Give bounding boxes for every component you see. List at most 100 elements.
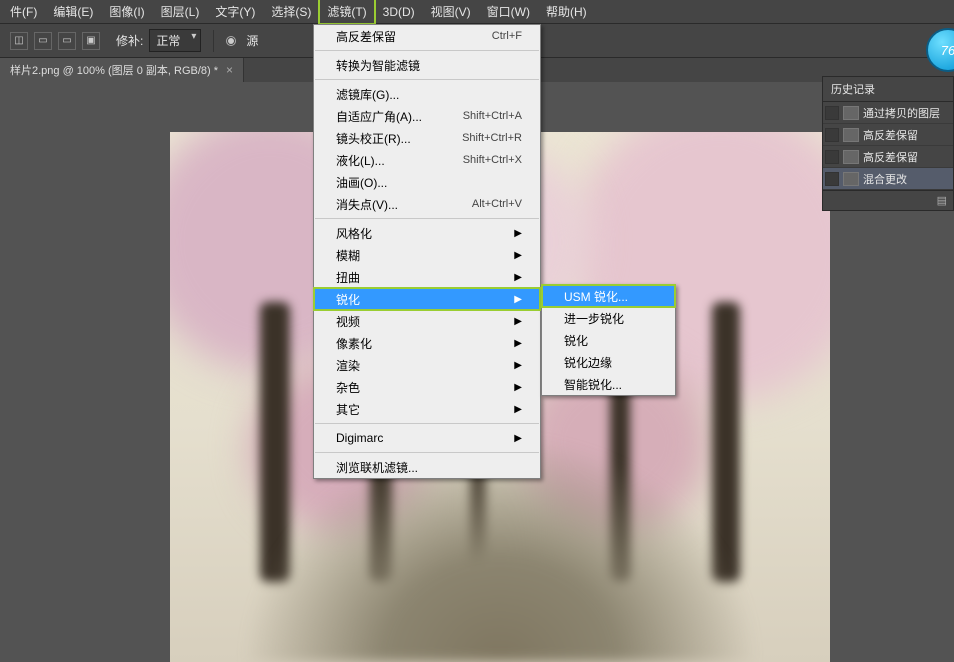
filter-menu-item[interactable]: 风格化▶	[314, 222, 540, 244]
sharpen-menu-item[interactable]: 智能锐化...	[542, 373, 675, 395]
sharpen-menu-item[interactable]: 锐化	[542, 329, 675, 351]
sharpen-menu-item[interactable]: USM 锐化...	[542, 285, 675, 307]
menu-item-label: USM 锐化...	[564, 288, 628, 305]
panel-menu-icon[interactable]: ▤	[937, 194, 947, 207]
filter-menu-item[interactable]: 模糊 ▶	[314, 244, 540, 266]
menu-separator	[315, 50, 539, 51]
menu-edit[interactable]: 编辑(E)	[45, 0, 101, 24]
source-radio[interactable]	[226, 36, 236, 46]
menu-image[interactable]: 图像(I)	[101, 0, 152, 24]
menu-item-label: 锐化边缘	[564, 354, 612, 371]
submenu-arrow-icon: ▶	[514, 272, 522, 283]
menu-item-label: 浏览联机滤镜...	[336, 459, 418, 476]
menu-item-label: 杂色	[336, 379, 360, 396]
history-row-label: 高反差保留	[863, 127, 918, 143]
history-panel-tab[interactable]: 历史记录	[823, 77, 953, 102]
menu-item-label: 其它	[336, 401, 360, 418]
submenu-arrow-icon: ▶	[514, 338, 522, 349]
menu-item-label: 扭曲	[336, 269, 360, 286]
opt-icon-3[interactable]: ▭	[58, 32, 76, 50]
document-tab[interactable]: 样片2.png @ 100% (图层 0 副本, RGB/8) * ×	[0, 58, 244, 82]
menu-item-label: 液化(L)...	[336, 152, 385, 169]
filter-menu-item[interactable]: 像素化 ▶	[314, 332, 540, 354]
submenu-arrow-icon: ▶	[514, 250, 522, 261]
history-snapshot-checkbox[interactable]	[825, 172, 839, 186]
sharpen-submenu: USM 锐化... 进一步锐化锐化锐化边缘智能锐化...	[541, 284, 676, 396]
filter-menu-item[interactable]: 滤镜库(G)...	[314, 83, 540, 105]
filter-menu-item[interactable]: 渲染 ▶	[314, 354, 540, 376]
history-snapshot-checkbox[interactable]	[825, 128, 839, 142]
filter-menu-item[interactable]: 消失点(V)...Alt+Ctrl+V	[314, 193, 540, 215]
menu-item-label: 模糊	[336, 247, 360, 264]
submenu-arrow-icon: ▶	[514, 433, 522, 444]
filter-dropdown-menu: 高反差保留Ctrl+F转换为智能滤镜滤镜库(G)...自适应广角(A)...Sh…	[313, 24, 541, 479]
menu-item-label: 锐化	[564, 332, 588, 349]
history-row[interactable]: 混合更改	[823, 168, 953, 190]
menu-item-shortcut: Alt+Ctrl+V	[472, 198, 522, 210]
filter-menu-item[interactable]: 浏览联机滤镜...	[314, 456, 540, 478]
source-radio-label: 源	[246, 32, 258, 49]
menu-file[interactable]: 件(F)	[2, 0, 45, 24]
patch-tool-icon[interactable]: ◫	[10, 32, 28, 50]
filter-menu-item[interactable]: 扭曲 ▶	[314, 266, 540, 288]
menu-item-shortcut: Shift+Ctrl+X	[463, 154, 522, 166]
filter-menu-item[interactable]: 自适应广角(A)...Shift+Ctrl+A	[314, 105, 540, 127]
menu-3d[interactable]: 3D(D)	[375, 1, 423, 23]
sharpen-menu-item[interactable]: 锐化边缘	[542, 351, 675, 373]
menu-item-shortcut: Shift+Ctrl+R	[462, 132, 522, 144]
filter-menu-item[interactable]: 转换为智能滤镜	[314, 54, 540, 76]
menu-window[interactable]: 窗口(W)	[479, 0, 538, 24]
history-row-label: 高反差保留	[863, 149, 918, 165]
filter-menu-item[interactable]: 液化(L)... Shift+Ctrl+X	[314, 149, 540, 171]
menu-separator	[315, 423, 539, 424]
menu-item-label: 渲染	[336, 357, 360, 374]
filter-menu-item[interactable]: 油画(O)...	[314, 171, 540, 193]
menu-separator	[315, 452, 539, 453]
patch-mode-select[interactable]: 正常	[149, 29, 201, 52]
filter-menu-item[interactable]: 镜头校正(R)... Shift+Ctrl+R	[314, 127, 540, 149]
submenu-arrow-icon: ▶	[514, 382, 522, 393]
menu-layer[interactable]: 图层(L)	[153, 0, 208, 24]
document-tab-title: 样片2.png @ 100% (图层 0 副本, RGB/8) *	[10, 62, 218, 78]
menu-filter[interactable]: 滤镜(T)	[319, 0, 374, 24]
separator	[213, 30, 214, 52]
history-row[interactable]: 高反差保留	[823, 124, 953, 146]
menu-item-label: 自适应广角(A)...	[336, 108, 422, 125]
menu-type[interactable]: 文字(Y)	[207, 0, 263, 24]
menu-bar: 件(F) 编辑(E) 图像(I) 图层(L) 文字(Y) 选择(S) 滤镜(T)…	[0, 0, 954, 24]
filter-menu-item[interactable]: 高反差保留Ctrl+F	[314, 25, 540, 47]
menu-item-label: 进一步锐化	[564, 310, 624, 327]
menu-item-label: 像素化	[336, 335, 372, 352]
menu-item-label: 视频	[336, 313, 360, 330]
filter-menu-item[interactable]: Digimarc ▶	[314, 427, 540, 449]
menu-item-label: Digimarc	[336, 431, 383, 445]
filter-menu-item[interactable]: 杂色 ▶	[314, 376, 540, 398]
menu-item-label: 油画(O)...	[336, 174, 387, 191]
history-snapshot-checkbox[interactable]	[825, 150, 839, 164]
opt-icon-4[interactable]: ▣	[82, 32, 100, 50]
menu-item-label: 滤镜库(G)...	[336, 86, 399, 103]
history-panel-footer: ▤	[823, 190, 953, 210]
close-icon[interactable]: ×	[226, 63, 233, 77]
menu-select[interactable]: 选择(S)	[263, 0, 319, 24]
menu-separator	[315, 79, 539, 80]
submenu-arrow-icon: ▶	[514, 294, 522, 305]
menu-view[interactable]: 视图(V)	[423, 0, 479, 24]
patch-label: 修补:	[116, 32, 143, 49]
submenu-arrow-icon: ▶	[514, 360, 522, 371]
filter-menu-item[interactable]: 其它▶	[314, 398, 540, 420]
history-snapshot-checkbox[interactable]	[825, 106, 839, 120]
history-row[interactable]: 通过拷贝的图层	[823, 102, 953, 124]
sharpen-menu-item[interactable]: 进一步锐化	[542, 307, 675, 329]
menu-item-label: 转换为智能滤镜	[336, 57, 420, 74]
submenu-arrow-icon: ▶	[514, 228, 522, 239]
menu-item-label: 镜头校正(R)...	[336, 130, 411, 147]
history-panel: 历史记录 通过拷贝的图层高反差保留高反差保留混合更改 ▤	[822, 76, 954, 211]
history-step-icon	[843, 172, 859, 186]
filter-menu-item[interactable]: 锐化▶	[314, 288, 540, 310]
opt-icon-2[interactable]: ▭	[34, 32, 52, 50]
menu-help[interactable]: 帮助(H)	[538, 0, 595, 24]
history-row[interactable]: 高反差保留	[823, 146, 953, 168]
filter-menu-item[interactable]: 视频 ▶	[314, 310, 540, 332]
submenu-arrow-icon: ▶	[514, 316, 522, 327]
